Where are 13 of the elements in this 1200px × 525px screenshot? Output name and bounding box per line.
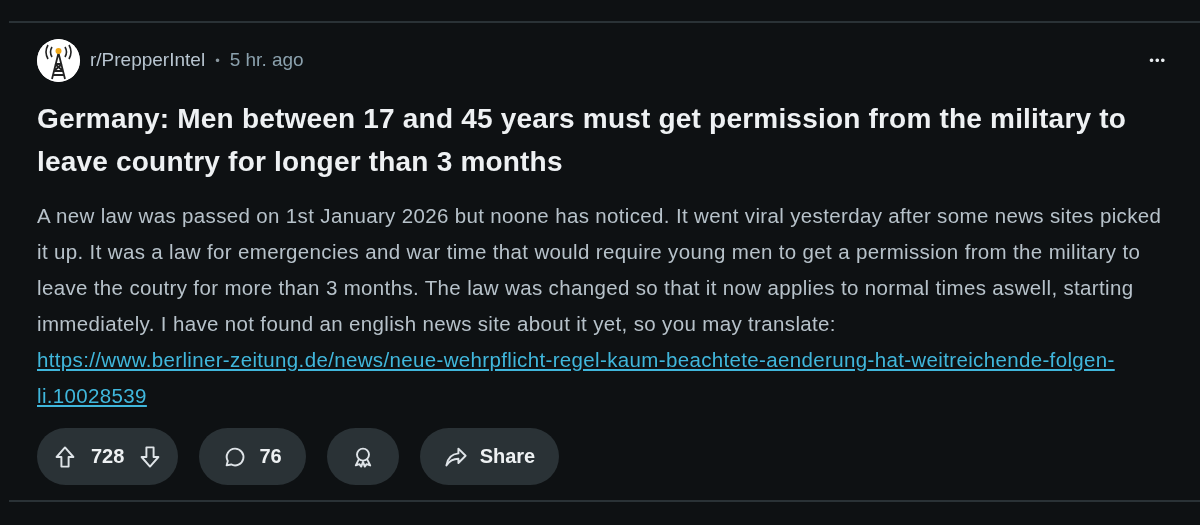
post-body: A new law was passed on 1st January 2026 but noone has noticed. It went viral yesterday after some news sites picked it up. It was a law for emergencies and war time that would require young men to get a permission from the military to leave the coutry for more than 3 months. The law was changed so that it now applies to normal times aswell, starting immediately. I have not found an english news site about it yet, so you may translate: (37, 203, 1163, 337)
comments-button[interactable]: 76 (199, 428, 306, 485)
upvote-icon (53, 444, 77, 469)
share-button[interactable]: Share (419, 428, 560, 485)
separator-dot: • (215, 52, 220, 68)
subreddit-link[interactable]: r/PrepperIntel (90, 49, 206, 71)
award-button[interactable] (326, 428, 399, 485)
tower-avatar-icon[interactable] (37, 38, 80, 82)
more-options-button[interactable]: ••• (1149, 52, 1176, 68)
vote-count: 728 (91, 445, 125, 468)
post-time: 5 hr. ago (229, 49, 304, 71)
post-title: Germany: Men between 17 and 45 years must get permission from the military to leave country for longer than 3 months (37, 102, 1128, 179)
article-link[interactable]: https://www.berliner-zeitung.de/news/neue-wehrpflicht-regel-kaum-beachtete-aenderung-hat-weitreichende-folgen-li.10028539 (37, 342, 1176, 414)
